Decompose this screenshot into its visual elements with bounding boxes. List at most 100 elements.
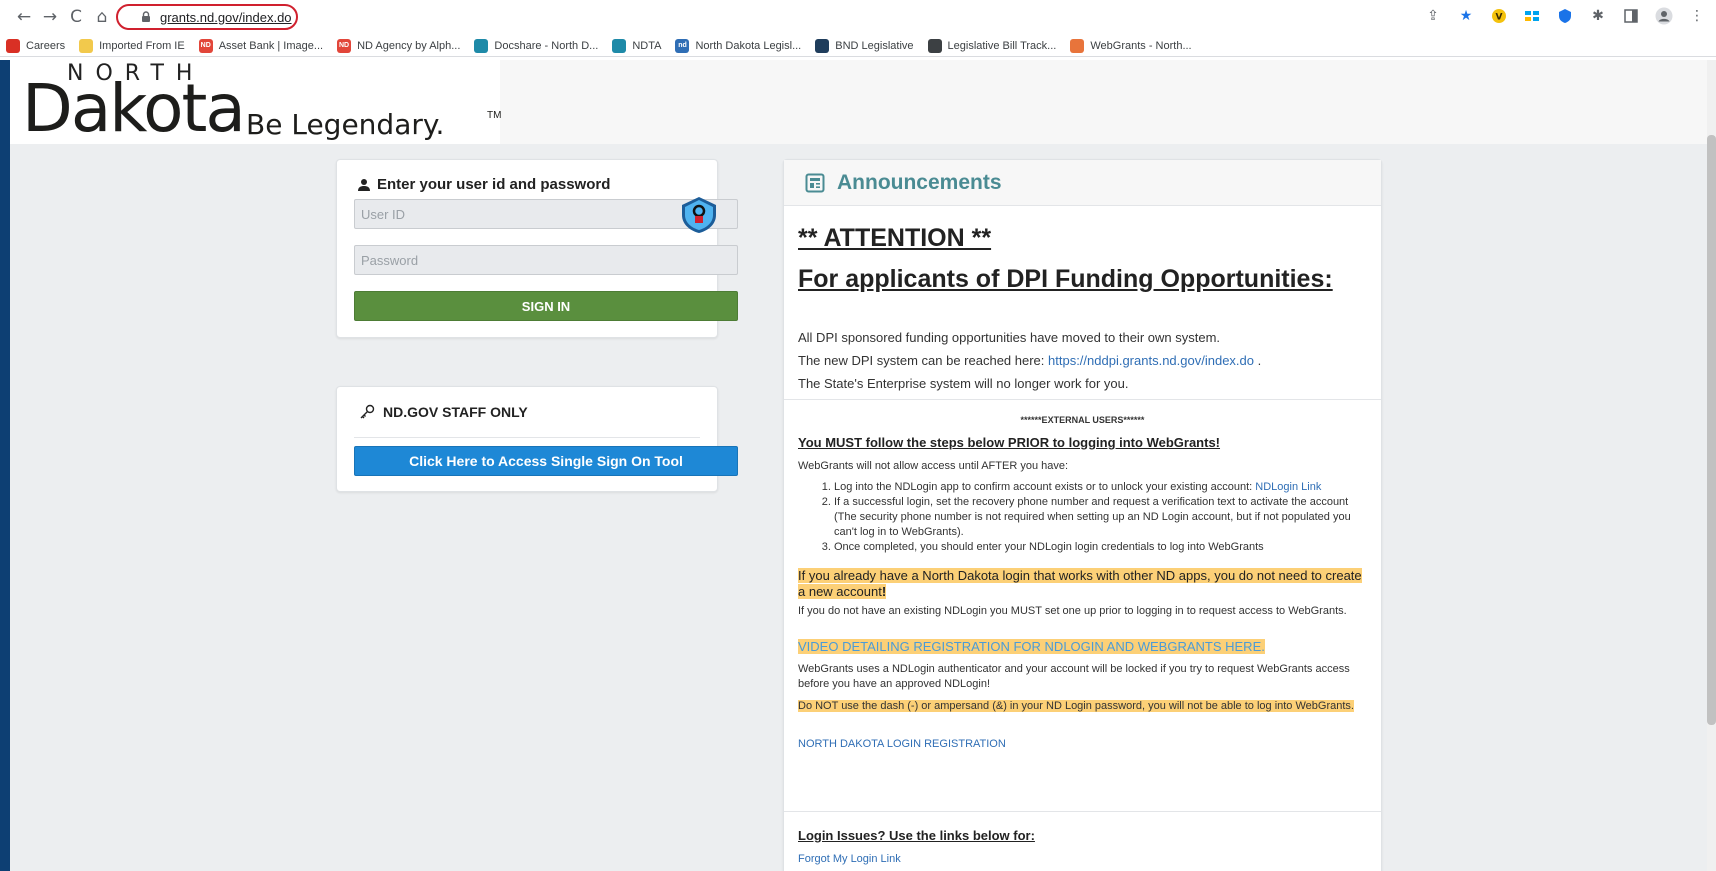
dpi-heading: For applicants of DPI Funding Opportunit… [798, 265, 1333, 293]
step-2-text: If a successful login, set the recovery … [834, 496, 1351, 538]
bookmark-label: Asset Bank | Image... [218, 39, 324, 52]
bookmark-favicon-icon: ND [337, 38, 352, 53]
extensions-puzzle-icon[interactable]: ✱ [1587, 5, 1609, 27]
step-3-text: Once completed, you should enter your ND… [834, 541, 1264, 553]
existing-login-notice: If you already have a North Dakota login… [798, 568, 1368, 600]
bookmark-favicon-icon [815, 38, 830, 53]
login-heading-text: Enter your user id and password [377, 176, 611, 193]
external-users-section: ******EXTERNAL USERS****** You MUST foll… [784, 401, 1381, 811]
bookmark-label: BND Legislative [835, 39, 914, 52]
no-login-text: If you do not have an existing NDLogin y… [798, 605, 1347, 617]
staff-heading: ND.GOV STAFF ONLY [359, 404, 528, 420]
enterprise-warning-text: The State's Enterprise system will no lo… [798, 376, 1129, 391]
password-input[interactable] [354, 245, 738, 275]
bookmark-item[interactable]: ND Asset Bank | Image... [198, 38, 324, 53]
allow-access-text: WebGrants will not allow access until AF… [798, 460, 1069, 472]
staff-divider [354, 437, 700, 438]
authenticator-text: WebGrants uses a NDLogin authenticator a… [798, 663, 1350, 690]
extension-shield-icon[interactable] [1554, 5, 1576, 27]
dpi-notice-section: ** ATTENTION ** For applicants of DPI Fu… [784, 206, 1381, 400]
step-item: Once completed, you should enter your ND… [834, 540, 1369, 555]
sign-in-button[interactable]: SIGN IN [354, 291, 738, 321]
forward-arrow-icon[interactable]: → [38, 5, 62, 29]
dpi-system-suffix: . [1254, 353, 1262, 368]
login-issues-heading: Login Issues? Use the links below for: [798, 828, 1035, 843]
bookmark-item[interactable]: WebGrants - North... [1070, 38, 1192, 53]
bookmark-item[interactable]: ND ND Agency by Alph... [337, 38, 461, 53]
web-page: NORTH Dakota Be Legendary. TM Enter your… [10, 60, 1707, 871]
must-follow-heading: You MUST follow the steps below PRIOR to… [798, 435, 1221, 450]
logo-trademark: TM [487, 110, 502, 121]
ndlogin-link[interactable]: NDLogin Link [1255, 481, 1321, 493]
logo-tagline: Be Legendary. [246, 108, 445, 141]
page-scrollbar[interactable] [1707, 60, 1716, 871]
bookmark-item[interactable]: Docshare - North D... [474, 38, 598, 53]
bookmark-item[interactable]: nd North Dakota Legisl... [675, 38, 802, 53]
share-icon[interactable]: ⇪ [1422, 5, 1444, 27]
step-item: If a successful login, set the recovery … [834, 495, 1369, 540]
star-icon[interactable]: ★ [1455, 5, 1477, 27]
address-highlight-oval [116, 4, 298, 30]
bookmark-favicon-icon [927, 38, 942, 53]
north-dakota-logo[interactable]: NORTH Dakota Be Legendary. TM [10, 60, 502, 147]
bookmark-favicon-icon [1070, 38, 1085, 53]
step-1-text: Log into the NDLogin app to confirm acco… [834, 481, 1256, 493]
bookmark-label: WebGrants - North... [1090, 39, 1192, 52]
external-users-heading: ******EXTERNAL USERS****** [1020, 415, 1145, 425]
video-registration-link[interactable]: VIDEO DETAILING REGISTRATION FOR NDLOGIN… [798, 639, 1265, 654]
site-header: NORTH Dakota Be Legendary. TM [10, 60, 1707, 144]
browser-toolbar: ← → C ⌂ grants.nd.gov/index.do ⇪ ★ V ✱ ⋮ [0, 0, 1716, 34]
login-heading: Enter your user id and password [357, 176, 610, 193]
bookmark-label: ND Agency by Alph... [357, 39, 461, 52]
announcements-title: Announcements [837, 170, 1002, 194]
dpi-moved-text: All DPI sponsored funding opportunities … [798, 330, 1221, 345]
bookmarks-bar: Careers Imported From IE ND Asset Bank | Im… [0, 35, 1716, 57]
menu-kebab-icon[interactable]: ⋮ [1686, 5, 1708, 27]
dpi-system-text: The new DPI system can be reached here: [798, 353, 1049, 368]
password-manager-icon[interactable] [679, 195, 719, 235]
browser-chrome: ← → C ⌂ grants.nd.gov/index.do ⇪ ★ V ✱ ⋮… [0, 0, 1716, 60]
dpi-system-link[interactable]: https://nddpi.grants.nd.gov/index.do [1048, 353, 1254, 368]
home-icon[interactable]: ⌂ [90, 5, 114, 29]
bookmark-label: Imported From IE [99, 39, 185, 52]
bookmark-label: Careers [26, 39, 66, 52]
newspaper-icon [805, 173, 825, 192]
bookmark-favicon-icon: ND [198, 38, 213, 53]
profile-avatar-icon[interactable] [1653, 5, 1675, 27]
bookmark-item[interactable]: BND Legislative [815, 38, 914, 53]
step-item: Log into the NDLogin app to confirm acco… [834, 480, 1369, 495]
extension-v-icon[interactable]: V [1488, 5, 1510, 27]
bookmark-favicon-icon [474, 38, 489, 53]
logo-dakota-text: Dakota [22, 70, 246, 147]
toolbar-actions: ⇪ ★ V ✱ ⋮ [1422, 5, 1708, 27]
bookmark-label: North Dakota Legisl... [695, 39, 802, 52]
bookmark-item[interactable]: Careers [6, 38, 66, 53]
login-issues-section: Login Issues? Use the links below for: F… [784, 811, 1381, 871]
back-arrow-icon[interactable]: ← [12, 5, 36, 29]
single-sign-on-button[interactable]: Click Here to Access Single Sign On Tool [354, 446, 738, 476]
steps-list: Log into the NDLogin app to confirm acco… [814, 480, 1369, 555]
user-icon [358, 178, 370, 191]
bookmark-item[interactable]: Imported From IE [79, 38, 185, 53]
bookmark-favicon-icon [79, 38, 94, 53]
side-panel-icon[interactable] [1620, 5, 1642, 27]
attention-heading: ** ATTENTION ** [798, 224, 992, 252]
nd-login-registration-link[interactable]: NORTH DAKOTA LOGIN REGISTRATION [798, 738, 1006, 750]
dash-warning-notice: Do NOT use the dash (-) or ampersand (&)… [798, 699, 1368, 714]
announcements-header: Announcements [784, 160, 1381, 206]
bookmark-item[interactable]: Legislative Bill Track... [927, 38, 1056, 53]
bookmark-favicon-icon [612, 38, 627, 53]
dash-warning-text: Do NOT use the dash (-) or ampersand (&)… [798, 700, 1354, 712]
staff-heading-text: ND.GOV STAFF ONLY [383, 404, 528, 420]
dpi-system-line: The new DPI system can be reached here: … [798, 353, 1261, 368]
scrollbar-thumb[interactable] [1707, 135, 1716, 725]
bookmark-favicon-icon [6, 38, 20, 53]
login-panel: Enter your user id and password SIGN IN [336, 159, 738, 338]
extension-grid-icon[interactable] [1521, 5, 1543, 27]
address-bar[interactable]: grants.nd.gov/index.do [116, 4, 298, 30]
reload-icon[interactable]: C [64, 5, 88, 29]
bookmark-favicon-icon: nd [675, 38, 690, 53]
existing-login-bang: ! [881, 584, 887, 599]
bookmark-item[interactable]: NDTA [612, 38, 661, 53]
forgot-login-link[interactable]: Forgot My Login Link [798, 853, 901, 865]
